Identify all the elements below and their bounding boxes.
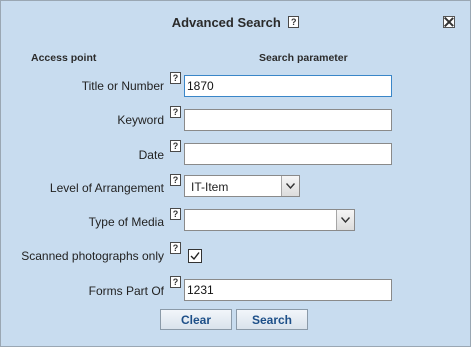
type-of-media-select[interactable]	[184, 209, 355, 231]
column-header-search-parameter: Search parameter	[259, 52, 348, 64]
clear-button[interactable]: Clear	[160, 309, 232, 330]
keyword-input[interactable]	[184, 109, 392, 131]
close-icon[interactable]	[443, 16, 455, 28]
checkmark-icon	[190, 252, 200, 261]
scanned-photographs-only-label: Scanned photographs only	[21, 249, 164, 263]
help-icon[interactable]: ?	[170, 208, 181, 220]
help-icon[interactable]: ?	[170, 140, 181, 152]
level-of-arrangement-select[interactable]: IT-Item	[184, 175, 300, 197]
type-of-media-label: Type of Media	[88, 215, 164, 229]
help-icon[interactable]: ?	[170, 174, 181, 186]
date-input[interactable]	[184, 143, 392, 165]
advanced-search-dialog: Advanced Search ? Access point Search pa…	[0, 0, 471, 347]
chevron-down-icon[interactable]	[336, 210, 354, 230]
help-icon[interactable]: ?	[288, 15, 300, 28]
search-button[interactable]: Search	[236, 309, 308, 330]
title-or-number-input[interactable]	[184, 75, 392, 97]
level-of-arrangement-label: Level of Arrangement	[49, 181, 164, 195]
level-of-arrangement-value: IT-Item	[191, 180, 229, 194]
help-icon[interactable]: ?	[170, 72, 181, 84]
help-icon[interactable]: ?	[170, 276, 181, 288]
forms-part-of-input[interactable]	[184, 279, 392, 301]
help-icon[interactable]: ?	[170, 106, 181, 118]
forms-part-of-label: Forms Part Of	[88, 284, 164, 298]
help-icon[interactable]: ?	[170, 242, 181, 254]
scanned-photographs-only-checkbox[interactable]	[188, 249, 202, 263]
date-label: Date	[138, 148, 164, 162]
chevron-down-icon[interactable]	[281, 176, 299, 196]
title-or-number-label: Title or Number	[81, 79, 164, 93]
keyword-label: Keyword	[117, 113, 164, 127]
column-header-access-point: Access point	[31, 52, 97, 64]
dialog-title: Advanced Search	[171, 15, 281, 31]
dialog-title-bar: Advanced Search ?	[1, 14, 470, 32]
